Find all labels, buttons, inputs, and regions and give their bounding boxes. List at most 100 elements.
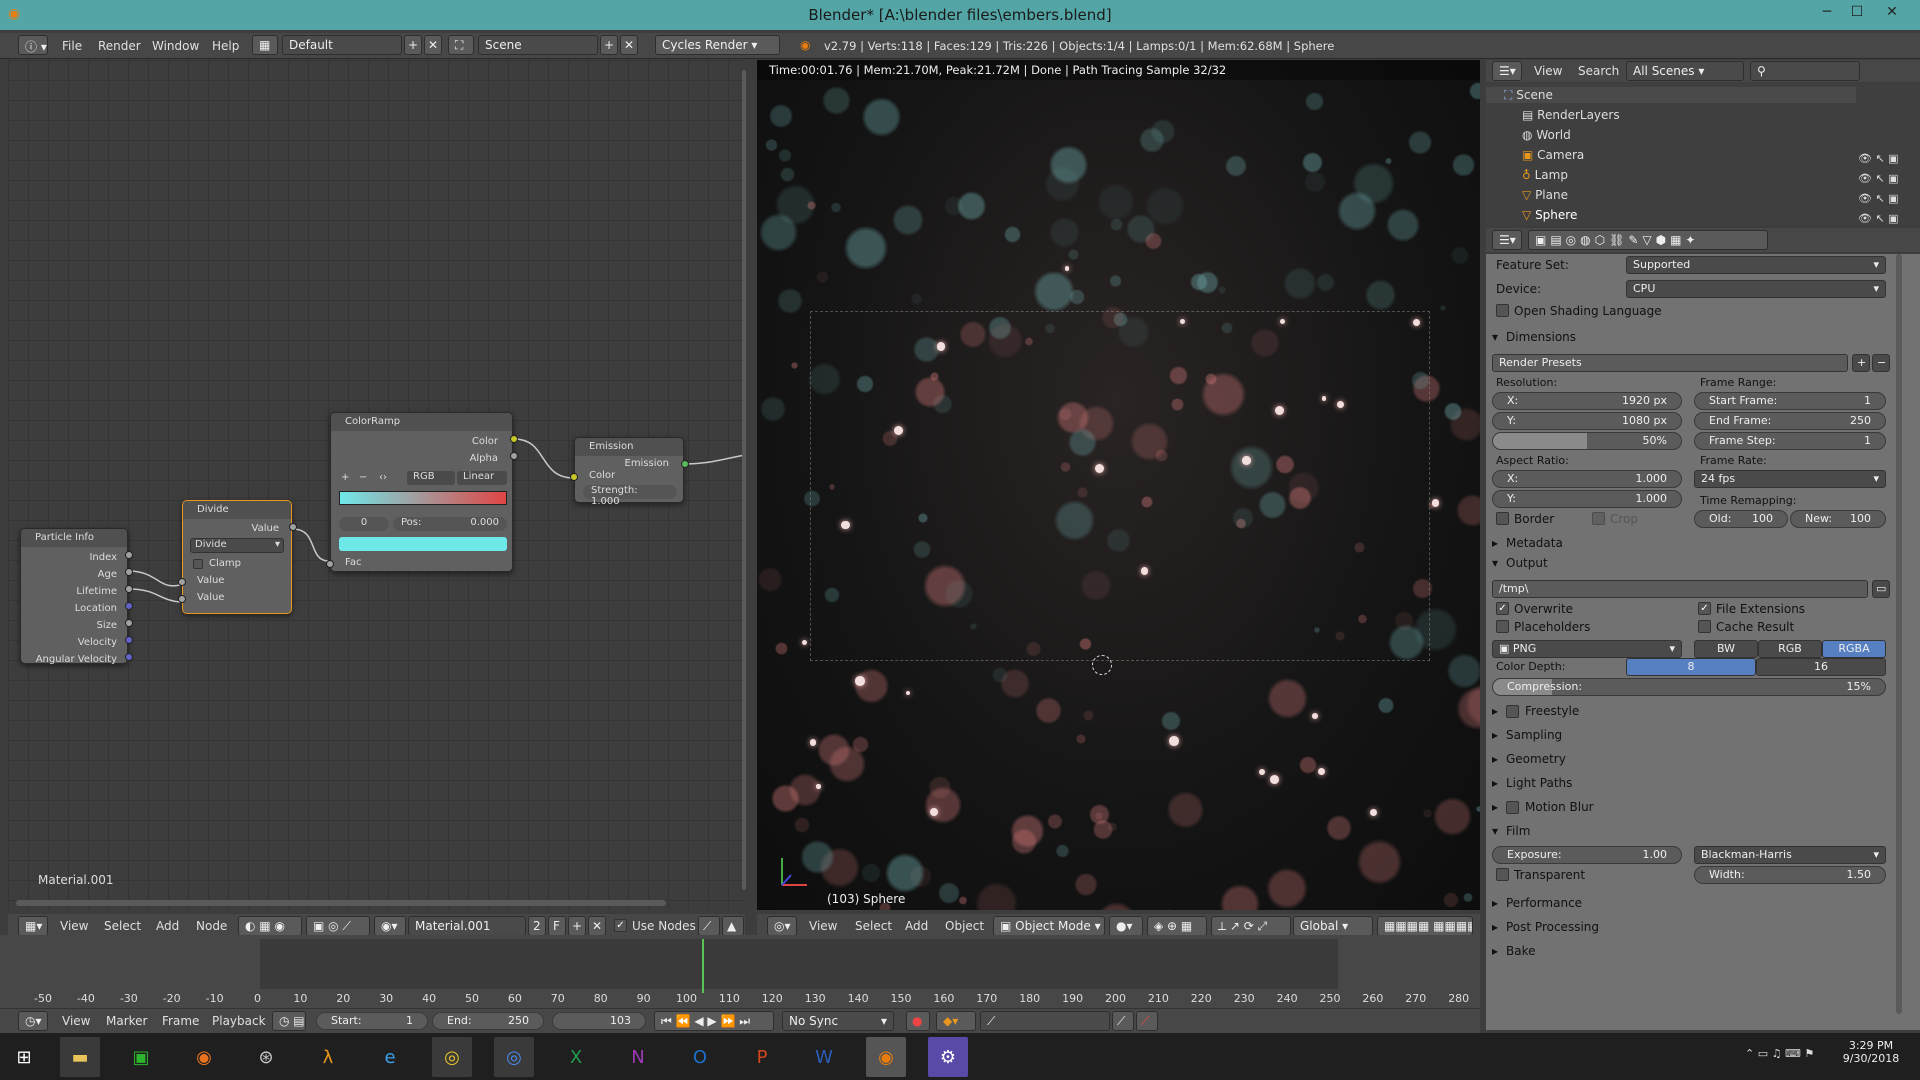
excel-icon[interactable]: X: [556, 1037, 596, 1077]
layout-icon[interactable]: ▦: [252, 35, 278, 55]
resolution-x-field[interactable]: X: 1920 px: [1492, 392, 1682, 410]
editor-type-icon[interactable]: ☰▾: [1492, 230, 1522, 250]
minimize-icon[interactable]: ─: [1815, 4, 1839, 24]
menu-frame[interactable]: Frame: [162, 1014, 199, 1028]
material-users-count[interactable]: 2: [528, 916, 546, 936]
onenote-icon[interactable]: N: [618, 1037, 658, 1077]
half-life-icon[interactable]: λ: [308, 1037, 348, 1077]
keying-set-field[interactable]: ⟋: [980, 1011, 1110, 1031]
scene-icon[interactable]: ⛶: [448, 35, 474, 55]
menu-view[interactable]: View: [1534, 64, 1562, 78]
current-frame-field[interactable]: 103: [552, 1012, 646, 1030]
outliner-item-scene[interactable]: ⛶ Scene: [1504, 88, 1553, 103]
performance-panel-header[interactable]: ▸ Performance: [1490, 896, 1908, 910]
light-paths-panel-header[interactable]: ▸ Light Paths: [1490, 776, 1908, 790]
geometry-panel-header[interactable]: ▸ Geometry: [1490, 752, 1908, 766]
socket[interactable]: [510, 435, 518, 443]
remove-layout-icon[interactable]: ✕: [424, 35, 442, 55]
shader-type-icons[interactable]: ◐ ▦ ◉: [238, 916, 302, 936]
windows-start-icon[interactable]: ⊞: [4, 1037, 44, 1077]
menu-view[interactable]: View: [62, 1014, 90, 1028]
material-browse-icon[interactable]: ◉▾: [374, 916, 406, 936]
metadata-panel-header[interactable]: ▸ Metadata: [1490, 536, 1908, 550]
editor-type-icon[interactable]: ◷▾: [18, 1011, 48, 1031]
object-type-icons[interactable]: ▣ ◎ ⟋: [306, 916, 370, 936]
clock[interactable]: 3:29 PM 9/30/2018: [1836, 1039, 1906, 1065]
insert-keyframe-icon[interactable]: ⟋: [1112, 1011, 1134, 1031]
outliner-item-renderlayers[interactable]: ▤ RenderLayers: [1522, 108, 1620, 122]
color-ramp-gradient[interactable]: [339, 491, 507, 505]
freestyle-panel-header[interactable]: ▸ Freestyle: [1490, 704, 1908, 718]
motion-blur-panel-header[interactable]: ▸ Motion Blur: [1490, 800, 1908, 814]
resolution-percentage-slider[interactable]: 50%: [1492, 432, 1682, 450]
socket[interactable]: [125, 568, 133, 576]
orientation-selector[interactable]: Global ▾: [1293, 916, 1373, 936]
3d-cursor-icon[interactable]: [1092, 655, 1112, 675]
flip-ramp-button[interactable]: ‹›: [379, 472, 387, 483]
word-icon[interactable]: W: [804, 1037, 844, 1077]
node-colorramp[interactable]: ColorRamp Color Alpha + − ‹› RGB Linear …: [326, 412, 518, 572]
menu-playback[interactable]: Playback: [212, 1014, 266, 1028]
frame-rate-select[interactable]: 24 fps ▾: [1694, 470, 1886, 488]
filter-type-select[interactable]: Blackman-Harris ▾: [1694, 846, 1886, 864]
border-checkbox[interactable]: [1496, 512, 1509, 525]
device-select[interactable]: CPU ▾: [1626, 280, 1886, 298]
outliner-item-lamp[interactable]: ♁ Lamp: [1522, 168, 1568, 182]
preview-range-icons[interactable]: ◷ ▤: [272, 1011, 306, 1031]
folder-icon[interactable]: ▭: [1872, 580, 1890, 598]
socket[interactable]: [289, 523, 297, 531]
color-mode-select[interactable]: RGB: [407, 471, 455, 485]
color-bw-button[interactable]: BW: [1694, 640, 1758, 658]
menu-object[interactable]: Object: [945, 919, 984, 933]
operation-select[interactable]: Divide ▾: [190, 538, 284, 553]
3d-viewport-render[interactable]: Time:00:01.76 | Mem:21.70M, Peak:21.72M …: [757, 60, 1480, 910]
close-icon[interactable]: ✕: [1880, 4, 1904, 24]
add-layout-icon[interactable]: +: [404, 35, 422, 55]
outliner-item-world[interactable]: ◍ World: [1522, 128, 1571, 142]
aspect-x-field[interactable]: X: 1.000: [1492, 470, 1682, 488]
menu-view[interactable]: View: [60, 919, 88, 933]
bake-panel-header[interactable]: ▸ Bake: [1490, 944, 1908, 958]
system-tray-icons[interactable]: ⌃ ▭ ♫ ⌨ ⚑: [1745, 1047, 1814, 1060]
cache-result-checkbox[interactable]: [1698, 620, 1711, 633]
remove-preset-icon[interactable]: −: [1872, 354, 1890, 372]
resolution-y-field[interactable]: Y: 1080 px: [1492, 412, 1682, 430]
depth-8-button[interactable]: 8: [1626, 658, 1756, 676]
menu-file[interactable]: File: [62, 39, 82, 53]
add-stop-button[interactable]: +: [341, 472, 349, 483]
aspect-y-field[interactable]: Y: 1.000: [1492, 490, 1682, 508]
film-panel-header[interactable]: ▾ Film: [1490, 824, 1908, 838]
compression-slider[interactable]: Compression: 15%: [1492, 678, 1886, 696]
transparent-checkbox[interactable]: [1496, 868, 1509, 881]
outliner-item-camera[interactable]: ▣ Camera: [1522, 148, 1584, 162]
powerpoint-icon[interactable]: P: [742, 1037, 782, 1077]
color-rgb-button[interactable]: RGB: [1758, 640, 1822, 658]
current-frame-indicator[interactable]: [702, 939, 704, 993]
steam-icon[interactable]: ⊛: [246, 1037, 286, 1077]
post-processing-panel-header[interactable]: ▸ Post Processing: [1490, 920, 1908, 934]
menu-view[interactable]: View: [809, 919, 837, 933]
display-mode-select[interactable]: All Scenes ▾: [1626, 61, 1744, 81]
store-icon[interactable]: ▣: [121, 1037, 161, 1077]
scene-selector[interactable]: Scene: [478, 35, 598, 55]
fake-user-button[interactable]: F: [548, 916, 566, 936]
remap-new-field[interactable]: New: 100: [1790, 510, 1886, 528]
socket[interactable]: [125, 585, 133, 593]
firefox-icon[interactable]: ◉: [184, 1037, 224, 1077]
sampling-panel-header[interactable]: ▸ Sampling: [1490, 728, 1908, 742]
end-frame-field[interactable]: End Frame: 250: [1694, 412, 1886, 430]
delete-keyframe-icon[interactable]: ⟋: [1136, 1011, 1158, 1031]
pin-icon[interactable]: ⟋: [698, 916, 720, 936]
properties-context-tabs[interactable]: ▣▤◎◍⬡⛓✎▽⬢▦✦: [1528, 230, 1768, 250]
menu-node[interactable]: Node: [196, 919, 227, 933]
visibility-icons[interactable]: 👁 ↖ ▣ 👁 ↖ ▣ 👁 ↖ ▣ 👁 ↖ ▣: [1858, 149, 1899, 229]
mode-selector[interactable]: ▣ Object Mode ▾: [993, 916, 1105, 936]
shading-icon[interactable]: ●▾: [1109, 916, 1143, 936]
interpolation-select[interactable]: Linear: [457, 471, 507, 485]
socket[interactable]: [125, 636, 133, 644]
edge-icon[interactable]: e: [370, 1037, 410, 1077]
unlink-material-icon[interactable]: ✕: [588, 916, 606, 936]
file-extensions-checkbox[interactable]: ✓: [1698, 602, 1711, 615]
manipulator-icons[interactable]: ⟂ ↗ ⟳ ⤢: [1211, 916, 1291, 936]
record-icon[interactable]: ●: [906, 1011, 930, 1031]
